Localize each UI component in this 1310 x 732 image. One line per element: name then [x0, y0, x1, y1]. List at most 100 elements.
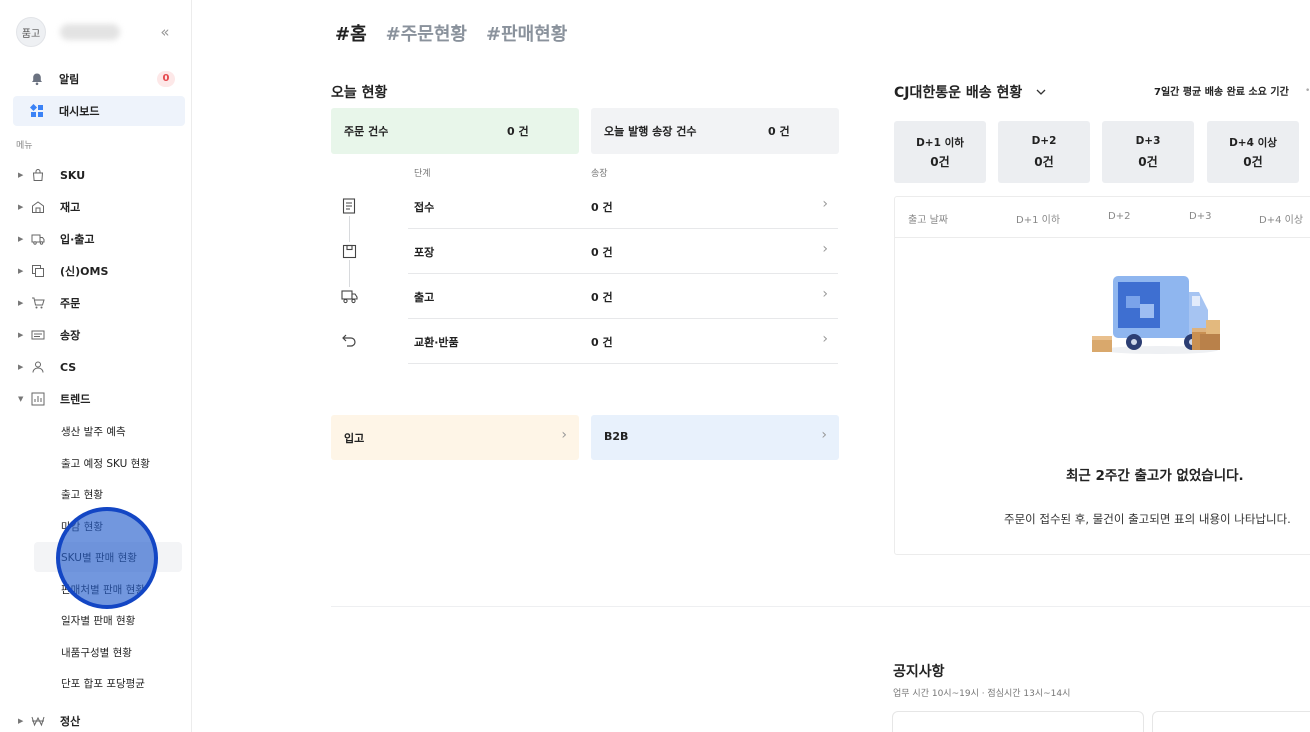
sidebar-item-notifications[interactable]: 알림 0 [13, 64, 185, 94]
sidebar-item-dashboard[interactable]: 대시보드 [13, 96, 185, 126]
caret-right-icon: ▶ [18, 267, 24, 275]
truck-icon [30, 231, 46, 247]
sidebar-item-oms[interactable]: ▶ (신)OMS [18, 258, 186, 284]
stage-row-received[interactable]: 접수 0 건 › [408, 184, 838, 229]
sidebar-item-label: 송장 [60, 329, 81, 342]
sidebar-item-label: CS [60, 360, 77, 374]
delivery-box-value: 0건 [1034, 155, 1054, 169]
sidebar-subitem-sales-by-date[interactable]: 일자별 판매 현황 [61, 608, 183, 632]
sidebar-item-trend[interactable]: ▼ 트렌드 [18, 386, 186, 412]
delivery-table: 출고 날짜 D+1 이하 D+2 D+3 D+4 이상 [894, 196, 1310, 555]
chevron-down-icon [1034, 85, 1048, 99]
chevron-right-icon: › [821, 427, 827, 443]
chevron-right-icon: › [561, 427, 567, 443]
notification-badge: 0 [157, 71, 175, 87]
order-count-value: 0 건 [507, 125, 529, 138]
inbound-link-box[interactable]: 입고 › [331, 415, 579, 460]
menu-caption: 메뉴 [16, 141, 33, 151]
delivery-box-d1: D+1 이하 0건 [894, 121, 986, 183]
delivery-table-header: 출고 날짜 D+1 이하 D+2 D+3 D+4 이상 [895, 197, 1310, 238]
sidebar-subitem-single-combined-avg[interactable]: 단포 합포 포당평균 [61, 671, 183, 695]
col-head-d4: D+4 이상 [1259, 215, 1304, 226]
sidebar-item-label: (신)OMS [60, 265, 109, 278]
return-icon [340, 331, 358, 349]
delivery-box-value: 0건 [1243, 155, 1263, 169]
sidebar-item-sku[interactable]: ▶ SKU [18, 162, 186, 188]
sidebar-subitem-production-forecast[interactable]: 생산 발주 예측 [61, 419, 183, 443]
delivery-box-label: D+4 이상 [1229, 137, 1277, 149]
cart-icon [30, 295, 46, 311]
delivery-title: CJ대한통운 배송 현황 [894, 85, 1023, 101]
stage-row-outbound[interactable]: 출고 0 건 › [408, 274, 838, 319]
invoice-icon [30, 327, 46, 343]
caret-right-icon: ▶ [18, 299, 24, 307]
delivery-box-label: D+2 [1031, 135, 1057, 147]
stage-connector [349, 216, 350, 244]
col-head-invoice: 송장 [591, 169, 608, 179]
caret-right-icon: ▶ [18, 203, 24, 211]
courier-selector[interactable]: CJ대한통운 배송 현황 [894, 82, 1048, 102]
avatar[interactable]: 품고 [16, 17, 46, 47]
caret-right-icon: ▶ [18, 717, 24, 725]
stage-value: 0 건 [591, 201, 613, 214]
tab-order-status[interactable]: #주문현황 [386, 20, 467, 46]
sidebar-subitem-outbound-status[interactable]: 출고 현황 [61, 482, 183, 506]
blurred-username [60, 24, 120, 40]
stage-name: 출고 [414, 291, 435, 304]
tab-home[interactable]: #홈 [335, 20, 367, 46]
oms-icon [30, 263, 46, 279]
sidebar-item-label: 트렌드 [60, 393, 91, 406]
sidebar-subitem-sales-by-sku[interactable]: SKU별 판매 현황 [61, 545, 183, 569]
caret-right-icon: ▶ [18, 235, 24, 243]
chart-icon [30, 391, 46, 407]
sidebar-item-cs[interactable]: ▶ CS [18, 354, 186, 380]
sidebar-item-invoices[interactable]: ▶ 송장 [18, 322, 186, 348]
sidebar-item-label: 주문 [60, 297, 81, 310]
col-head-d3: D+3 [1189, 211, 1212, 222]
sidebar-subitem-sales-by-channel[interactable]: 판매처별 판매 현황 [61, 577, 183, 601]
dashboard-icon [29, 103, 45, 119]
order-count-box: 주문 건수 0 건 [331, 108, 579, 154]
delivery-box-label: D+3 [1135, 135, 1161, 147]
tab-sales-status[interactable]: #판매현황 [486, 20, 567, 46]
sidebar-item-label: 대시보드 [59, 105, 100, 118]
order-count-label: 주문 건수 [344, 125, 389, 138]
stage-value: 0 건 [591, 246, 613, 259]
stage-name: 접수 [414, 201, 435, 214]
section-divider [331, 606, 1310, 607]
bag-icon [30, 167, 46, 183]
stage-row-packing[interactable]: 포장 0 건 › [408, 229, 838, 274]
chevron-right-icon: › [822, 241, 828, 257]
package-icon [340, 242, 358, 260]
avg-delivery-label: 7일간 평균 배송 완료 소요 기간 [1154, 87, 1289, 98]
empty-state-title: 최근 2주간 출고가 없었습니다. [1066, 468, 1244, 484]
sidebar-item-orders[interactable]: ▶ 주문 [18, 290, 186, 316]
chevron-right-icon: › [822, 331, 828, 347]
sidebar: 품고 « 알림 0 대시보드 메뉴 ▶ SKU ▶ 재고 ▶ 입·출고 ▶ (신… [0, 0, 192, 732]
caret-right-icon: ▶ [18, 331, 24, 339]
notice-card[interactable] [1152, 711, 1310, 732]
col-head-d2: D+2 [1108, 211, 1131, 222]
sidebar-subitem-closing-status[interactable]: 마감 현황 [61, 514, 183, 538]
sidebar-subitem-scheduled-outbound-sku[interactable]: 출고 예정 SKU 현황 [61, 451, 183, 475]
sidebar-item-inventory[interactable]: ▶ 재고 [18, 194, 186, 220]
b2b-link-box[interactable]: B2B › [591, 415, 839, 460]
empty-state-description: 주문이 접수된 후, 물건이 출고되면 표의 내용이 나타납니다. [1004, 512, 1291, 526]
stage-row-exchange-return[interactable]: 교환·반품 0 건 › [408, 319, 838, 364]
chevron-right-icon: › [822, 286, 828, 302]
truck-icon [340, 287, 358, 305]
invoice-count-box: 오늘 발행 송장 건수 0 건 [591, 108, 839, 154]
b2b-label: B2B [604, 430, 629, 443]
sidebar-item-label: SKU [60, 168, 86, 182]
warehouse-icon [30, 199, 46, 215]
collapse-sidebar-icon[interactable]: « [154, 21, 176, 43]
sidebar-item-settlement[interactable]: ▶ 정산 [18, 708, 186, 732]
invoice-count-value: 0 건 [768, 125, 790, 138]
delivery-truck-illustration [1092, 276, 1220, 354]
notice-card[interactable] [892, 711, 1144, 732]
sidebar-item-label: 입·출고 [60, 233, 95, 246]
person-icon [30, 359, 46, 375]
sidebar-item-inbound-outbound[interactable]: ▶ 입·출고 [18, 226, 186, 252]
caret-right-icon: ▶ [18, 363, 24, 371]
sidebar-subitem-by-content-composition[interactable]: 내품구성별 현황 [61, 640, 183, 664]
